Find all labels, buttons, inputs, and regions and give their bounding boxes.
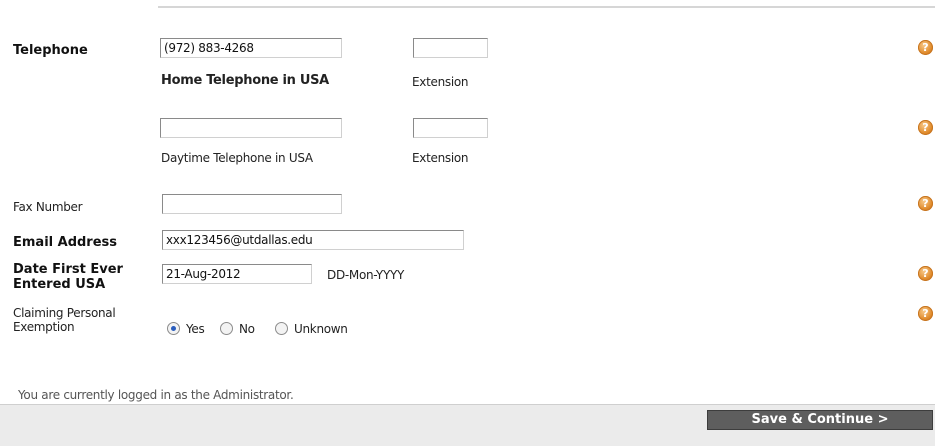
exemption-yes-radio[interactable]	[167, 322, 180, 335]
daytime-extension-caption: Extension	[412, 151, 469, 165]
exemption-no-radio[interactable]	[220, 322, 233, 335]
exemption-unknown-radio[interactable]	[275, 322, 288, 335]
daytime-telephone-caption: Daytime Telephone in USA	[161, 151, 313, 165]
date-format-hint: DD-Mon-YYYY	[327, 268, 405, 282]
home-extension-caption: Extension	[412, 75, 469, 89]
help-icon[interactable]: ?	[918, 306, 933, 321]
exemption-label: Claiming Personal Exemption	[13, 306, 116, 334]
date-entered-input[interactable]	[162, 264, 312, 284]
email-input[interactable]	[162, 230, 464, 250]
top-divider	[158, 6, 935, 8]
telephone-label: Telephone	[13, 43, 88, 58]
help-icon[interactable]: ?	[918, 266, 933, 281]
exemption-yes-label[interactable]: Yes	[186, 322, 205, 336]
exemption-no-label[interactable]: No	[239, 322, 255, 336]
fax-input[interactable]	[162, 194, 342, 214]
login-status: You are currently logged in as the Admin…	[18, 388, 294, 402]
fax-label: Fax Number	[13, 200, 83, 214]
email-label: Email Address	[13, 235, 118, 250]
home-extension-input[interactable]	[413, 38, 488, 58]
home-telephone-caption: Home Telephone in USA	[161, 73, 329, 88]
daytime-telephone-input[interactable]	[160, 118, 342, 138]
save-continue-button[interactable]: Save & Continue >	[707, 410, 933, 430]
help-icon[interactable]: ?	[918, 196, 933, 211]
help-icon[interactable]: ?	[918, 120, 933, 135]
home-telephone-input[interactable]	[160, 38, 342, 58]
help-icon[interactable]: ?	[918, 40, 933, 55]
date-entered-label: Date First Ever Entered USA	[13, 262, 123, 292]
exemption-unknown-label[interactable]: Unknown	[294, 322, 348, 336]
daytime-extension-input[interactable]	[413, 118, 488, 138]
